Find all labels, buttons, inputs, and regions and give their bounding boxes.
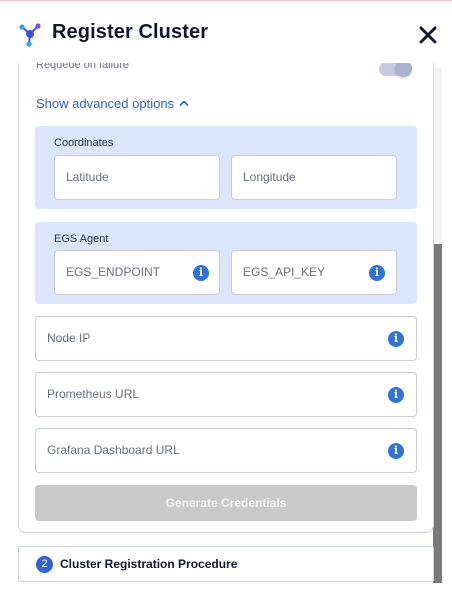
coordinates-group: Coordinates Latitude Longitude	[35, 126, 417, 209]
info-icon[interactable]: i	[388, 387, 404, 403]
latitude-field[interactable]: Latitude	[54, 155, 220, 200]
prometheus-url-field[interactable]: Prometheus URL i	[35, 372, 417, 417]
node-ip-placeholder: Node IP	[47, 331, 91, 345]
step-label: Cluster Registration Procedure	[60, 557, 238, 571]
grafana-dashboard-url-placeholder: Grafana Dashboard URL	[47, 443, 180, 457]
egs-api-key-field[interactable]: EGS_API_KEY i	[231, 250, 397, 295]
egs-api-key-placeholder: EGS_API_KEY	[243, 265, 326, 279]
scrollbar-thumb[interactable]	[433, 244, 442, 583]
chevron-up-icon	[179, 96, 189, 111]
egs-agent-group: EGS Agent EGS_ENDPOINT i EGS_API_KEY i	[35, 222, 417, 304]
dialog-title: Register Cluster	[52, 21, 209, 43]
prometheus-url-placeholder: Prometheus URL	[47, 387, 140, 401]
requeue-on-failure-label: Requeue on failure	[36, 63, 129, 71]
generate-credentials-button[interactable]: Generate Credentials	[35, 485, 417, 521]
grafana-dashboard-url-field[interactable]: Grafana Dashboard URL i	[35, 428, 417, 473]
info-icon[interactable]: i	[369, 265, 385, 281]
dialog-header: Register Cluster	[0, 1, 452, 63]
info-icon[interactable]: i	[388, 443, 404, 459]
advanced-options-label: Show advanced options	[36, 96, 175, 111]
close-icon[interactable]	[415, 22, 441, 48]
node-ip-field[interactable]: Node IP i	[35, 316, 417, 361]
info-icon[interactable]: i	[193, 265, 209, 281]
requeue-on-failure-toggle[interactable]	[379, 63, 412, 77]
registration-form-card: Requeue on failure Show advanced options…	[18, 63, 434, 533]
step-cluster-registration-procedure[interactable]: 2 Cluster Registration Procedure	[18, 546, 434, 582]
cluster-network-icon	[17, 21, 43, 47]
latitude-placeholder: Latitude	[66, 170, 109, 184]
show-advanced-options-link[interactable]: Show advanced options	[36, 96, 189, 111]
egs-endpoint-field[interactable]: EGS_ENDPOINT i	[54, 250, 220, 295]
info-icon[interactable]: i	[388, 331, 404, 347]
longitude-field[interactable]: Longitude	[231, 155, 397, 200]
longitude-placeholder: Longitude	[243, 170, 296, 184]
coordinates-label: Coordinates	[54, 137, 114, 149]
toggle-knob	[395, 63, 412, 77]
step-number-badge: 2	[36, 556, 53, 573]
egs-agent-label: EGS Agent	[54, 233, 109, 245]
egs-endpoint-placeholder: EGS_ENDPOINT	[66, 265, 161, 279]
